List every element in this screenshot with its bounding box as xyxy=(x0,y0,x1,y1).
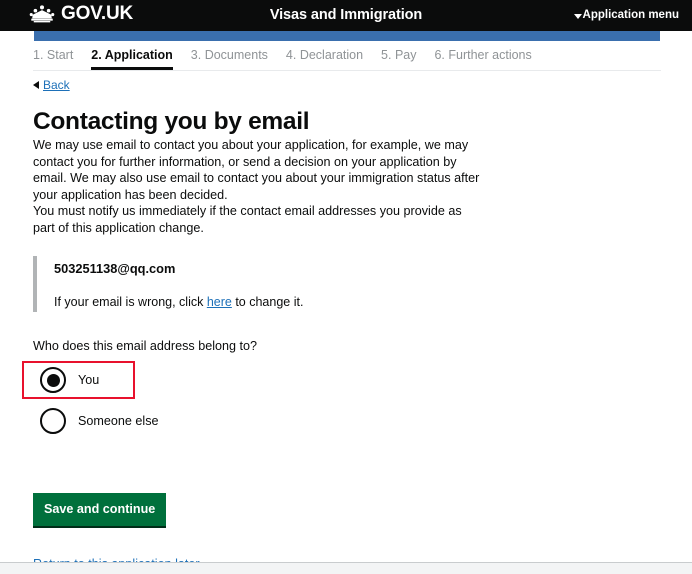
steps-list: 1. Start 2. Application 3. Documents 4. … xyxy=(33,47,532,70)
step-declaration[interactable]: 4. Declaration xyxy=(286,47,363,67)
radio-label-someone-else: Someone else xyxy=(78,414,159,428)
radio-option-someone-else[interactable]: Someone else xyxy=(33,404,653,438)
application-menu-button[interactable]: Application menu xyxy=(573,7,679,23)
application-menu-label: Application menu xyxy=(582,9,679,21)
radio-selected-dot xyxy=(46,373,60,387)
change-email-link[interactable]: here xyxy=(207,295,232,309)
email-help-text: If your email is wrong, click here to ch… xyxy=(54,294,484,310)
back-link-label: Back xyxy=(43,77,70,92)
email-inset-panel: 503251138@qq.com If your email is wrong,… xyxy=(33,256,484,312)
email-address-value: 503251138@qq.com xyxy=(54,261,176,276)
page-title: Contacting you by email xyxy=(33,108,310,135)
radio-group-email-owner: You Someone else xyxy=(22,361,653,438)
radio-label-you: You xyxy=(78,373,100,387)
radio-option-you[interactable]: You xyxy=(33,363,653,397)
caret-down-icon xyxy=(573,13,582,19)
footer-strip xyxy=(0,562,692,574)
steps-navigation: 1. Start 2. Application 3. Documents 4. … xyxy=(0,47,692,71)
notify-paragraph: You must notify us immediately if the co… xyxy=(33,204,462,235)
step-further-actions[interactable]: 6. Further actions xyxy=(434,47,531,67)
nav-divider xyxy=(33,70,661,71)
email-help-prefix: If your email is wrong, click xyxy=(54,295,207,309)
save-and-continue-button[interactable]: Save and continue xyxy=(33,493,167,526)
email-help-suffix: to change it. xyxy=(231,295,304,309)
radio-button-you[interactable] xyxy=(40,367,66,393)
step-documents[interactable]: 3. Documents xyxy=(191,47,268,67)
step-start[interactable]: 1. Start xyxy=(33,47,73,67)
intro-paragraph: We may use email to contact you about yo… xyxy=(33,138,480,202)
step-application[interactable]: 2. Application xyxy=(91,47,173,70)
radio-question-label: Who does this email address belong to? xyxy=(33,339,258,353)
back-link[interactable]: Back xyxy=(33,78,70,93)
back-arrow-icon xyxy=(33,81,39,89)
main-content: Back Contacting you by email We may use … xyxy=(22,76,653,572)
radio-button-someone-else[interactable] xyxy=(40,408,66,434)
gov-header: GOV.UK Visas and Immigration Application… xyxy=(0,0,692,31)
step-pay[interactable]: 5. Pay xyxy=(381,47,416,67)
